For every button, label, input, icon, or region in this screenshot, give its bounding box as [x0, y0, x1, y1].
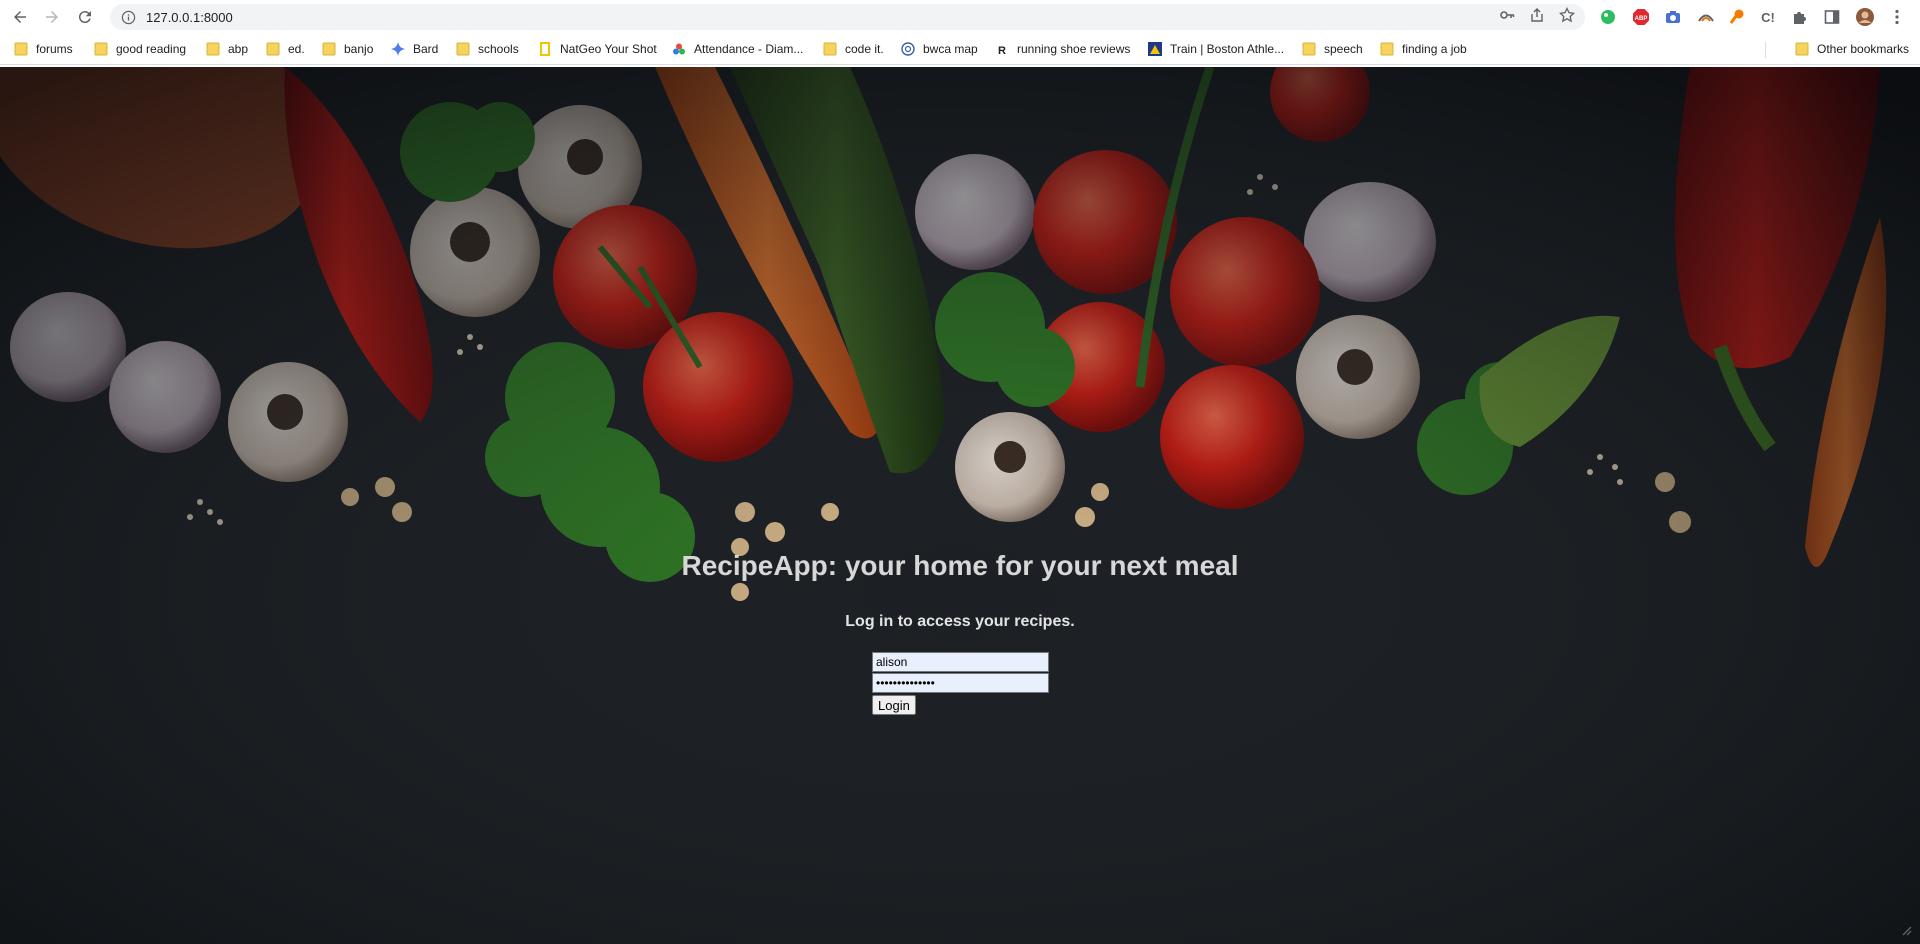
folder-icon — [1380, 42, 1394, 56]
share-icon[interactable] — [1529, 7, 1545, 28]
bookmark-good-reading[interactable]: good reading — [94, 40, 186, 58]
bookmark-running-shoe-reviews[interactable]: Rrunning shoe reviews — [995, 40, 1130, 58]
login-form: Login — [872, 652, 1050, 715]
rainbow-extension-icon[interactable] — [1696, 7, 1716, 27]
bookmark-train-boston-athletic[interactable]: Train | Boston Athle... — [1148, 40, 1284, 58]
page-title: RecipeApp: your home for your next meal — [681, 550, 1239, 581]
bookmark-speech[interactable]: speech — [1302, 40, 1363, 58]
reload-icon — [78, 11, 91, 24]
arrow-left-icon — [14, 11, 26, 23]
forward-button[interactable] — [40, 5, 64, 29]
bookmarks-divider — [1765, 42, 1766, 58]
browser-toolbar: 127.0.0.1:8000 ABP C! — [0, 0, 1920, 34]
text-extension-icon[interactable]: C! — [1758, 7, 1778, 27]
bookmark-schools[interactable]: schools — [456, 40, 519, 58]
back-button[interactable] — [8, 5, 32, 29]
folder-icon — [1302, 42, 1316, 56]
bookmark-label: good reading — [116, 42, 187, 56]
runrepeat-icon: R — [995, 42, 1009, 56]
password-field[interactable] — [872, 673, 1049, 693]
adblock-plus-icon[interactable]: ABP — [1631, 7, 1651, 27]
bookmark-finding-a-job[interactable]: finding a job — [1380, 40, 1467, 58]
baa-unicorn-icon — [1148, 42, 1162, 56]
folder-icon — [94, 42, 108, 56]
login-section: RecipeApp: your home for your next meal … — [0, 67, 1920, 944]
bookmark-label: bwca map — [923, 42, 978, 56]
folder-icon — [206, 42, 220, 56]
other-bookmarks-folder[interactable]: Other bookmarks — [1795, 40, 1909, 58]
address-bar[interactable]: 127.0.0.1:8000 — [110, 4, 1585, 30]
svg-text:C!: C! — [1761, 10, 1775, 25]
resize-grip-icon — [1902, 926, 1912, 936]
profile-avatar-icon[interactable] — [1855, 7, 1875, 27]
folder-icon — [14, 42, 28, 56]
key-icon[interactable] — [1499, 7, 1515, 28]
bookmark-ed[interactable]: ed. — [266, 40, 305, 58]
svg-text:R: R — [998, 45, 1006, 56]
bookmark-label: running shoe reviews — [1017, 42, 1131, 56]
bookmark-label: Train | Boston Athle... — [1170, 42, 1285, 56]
globe-icon — [901, 42, 915, 56]
bookmark-label: Attendance - Diam... — [694, 42, 804, 56]
bookmark-label: forums — [36, 42, 73, 56]
natgeo-icon — [538, 42, 552, 56]
evernote-extension-icon[interactable] — [1598, 7, 1618, 27]
bookmark-code-it[interactable]: code it. — [823, 40, 884, 58]
honey-extension-icon[interactable] — [1727, 7, 1747, 27]
folder-icon — [322, 42, 336, 56]
login-button[interactable]: Login — [872, 695, 916, 715]
bookmark-label: banjo — [344, 42, 374, 56]
bookmark-label: abp — [228, 42, 249, 56]
menu-dots-icon[interactable] — [1887, 7, 1907, 27]
bookmarks-bar: forums good reading abp ed. banjo Bard s… — [0, 34, 1920, 65]
bookmark-label: finding a job — [1402, 42, 1467, 56]
bookmark-bwca-map[interactable]: bwca map — [901, 40, 978, 58]
folder-icon — [823, 42, 837, 56]
bookmark-forums[interactable]: forums — [14, 40, 73, 58]
browser-window: 127.0.0.1:8000 ABP C! forums good readin… — [0, 0, 1920, 944]
bookmark-natgeo[interactable]: NatGeo Your Shot — [538, 40, 657, 58]
bookmark-attendance[interactable]: Attendance - Diam... — [672, 40, 803, 58]
bookmark-label: Other bookmarks — [1817, 42, 1910, 56]
bookmark-label: ed. — [288, 42, 305, 56]
username-field[interactable] — [872, 652, 1049, 672]
reload-button[interactable] — [73, 5, 97, 29]
attendance-icon — [672, 42, 686, 56]
bookmark-label: Bard — [413, 42, 439, 56]
bookmark-abp[interactable]: abp — [206, 40, 248, 58]
folder-icon — [1795, 42, 1809, 56]
folder-icon — [266, 42, 280, 56]
bookmark-label: speech — [1324, 42, 1363, 56]
bookmark-label: schools — [478, 42, 519, 56]
login-prompt: Log in to access your recipes. — [845, 613, 1075, 630]
screenshot-extension-icon[interactable] — [1663, 7, 1683, 27]
site-info-icon[interactable] — [120, 9, 136, 25]
puzzle-icon[interactable] — [1790, 7, 1810, 27]
folder-icon — [456, 42, 470, 56]
url-text[interactable]: 127.0.0.1:8000 — [146, 10, 233, 25]
svg-text:ABP: ABP — [1635, 16, 1648, 22]
bookmark-bard[interactable]: Bard — [391, 40, 438, 58]
star-icon[interactable] — [1558, 6, 1576, 28]
bookmark-banjo[interactable]: banjo — [322, 40, 373, 58]
bookmark-label: NatGeo Your Shot — [560, 42, 657, 56]
bookmark-label: code it. — [845, 42, 884, 56]
bard-sparkle-icon — [391, 42, 405, 56]
arrow-right-icon — [46, 11, 58, 23]
side-panel-icon[interactable] — [1822, 7, 1842, 27]
web-page: RecipeApp: your home for your next meal … — [0, 67, 1920, 944]
